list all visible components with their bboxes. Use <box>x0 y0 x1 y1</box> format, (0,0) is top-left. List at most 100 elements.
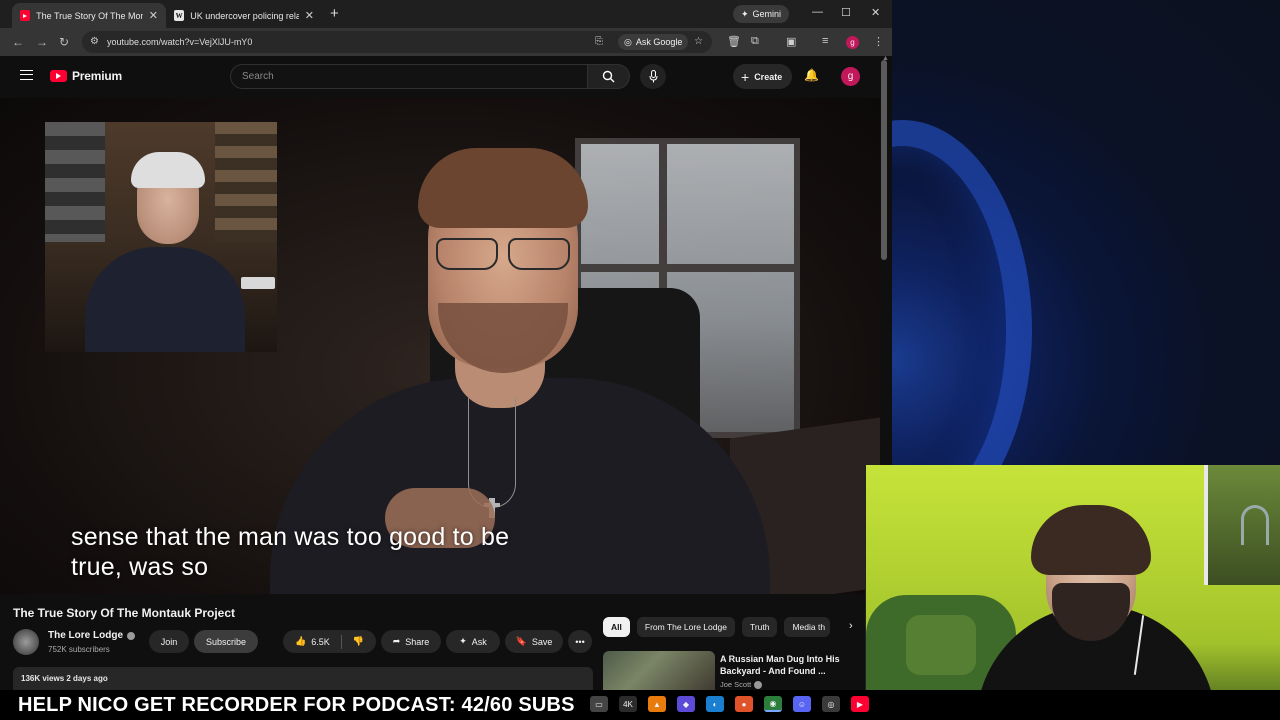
ask-button[interactable]: ✦ Ask <box>446 630 500 653</box>
thumbs-up-icon[interactable]: 👍 <box>295 636 306 647</box>
microphone-icon <box>649 70 657 83</box>
verified-icon <box>127 631 135 640</box>
host-glasses <box>428 238 578 272</box>
hamburger-menu-icon[interactable] <box>20 70 33 80</box>
more-dots-icon: ••• <box>575 636 585 647</box>
save-button[interactable]: 🔖 Save <box>505 630 563 653</box>
extensions-icon[interactable]: ⧉ <box>751 35 759 48</box>
side-panel-icon[interactable]: ▣ <box>786 35 796 48</box>
discord-icon[interactable]: ☺ <box>793 696 811 712</box>
tab-uk-policing[interactable]: W UK undercover policing relation ✕ <box>166 3 322 28</box>
tab-montauk[interactable]: The True Story Of The Montauk ✕ <box>12 3 166 28</box>
chrome-icon[interactable]: ◉ <box>764 696 782 712</box>
premium-label: Premium <box>72 69 122 83</box>
menu-dots-icon[interactable]: ⋮ <box>873 35 884 48</box>
account-avatar[interactable]: g <box>841 67 860 86</box>
back-icon[interactable]: ← <box>12 35 24 49</box>
recommended-channel[interactable]: Joe Scott <box>720 680 763 689</box>
banner-text: HELP NICO GET RECORDER FOR PODCAST: 42/6… <box>18 694 575 716</box>
4k-downloader-icon[interactable]: 4K <box>619 696 637 712</box>
lens-icon: ◎ <box>624 36 632 47</box>
like-count[interactable]: 6.5K <box>311 637 330 647</box>
minimize-icon[interactable]: — <box>812 6 823 18</box>
youtube-icon <box>20 10 31 21</box>
gemini-button[interactable]: ✦ Gemini <box>733 5 790 23</box>
bookmark-icon: 🔖 <box>515 636 527 646</box>
chevron-right-icon[interactable]: › <box>849 620 853 632</box>
browser-window: The True Story Of The Montauk ✕ W UK und… <box>0 0 892 720</box>
radio-equipment-rack <box>45 122 105 242</box>
vlc-icon[interactable]: ▲ <box>648 696 666 712</box>
search-button[interactable] <box>588 64 630 89</box>
pillow <box>906 615 976 675</box>
subscriber-count: 752K subscribers <box>48 645 110 654</box>
brave-icon[interactable]: ◆ <box>677 696 695 712</box>
page-scrollbar[interactable] <box>881 60 887 260</box>
create-button[interactable]: + Create <box>733 64 793 89</box>
edge-icon[interactable]: ◐ <box>706 696 724 712</box>
shelf-rack <box>215 122 277 242</box>
verified-icon <box>754 680 763 689</box>
close-window-icon[interactable]: ✕ <box>871 6 880 19</box>
delete-icon[interactable]: 🗑 <box>727 35 741 48</box>
video-player[interactable]: sense that the man was too good to be tr… <box>0 98 880 594</box>
tray-icon[interactable]: ▭ <box>590 696 608 712</box>
search-input[interactable] <box>242 71 572 82</box>
install-icon[interactable]: ⎘ <box>595 36 603 47</box>
thumbs-down-icon[interactable]: 👎 <box>353 636 364 647</box>
search-box <box>230 64 588 89</box>
address-bar[interactable]: ⚙ youtube.com/watch?v=VejXlJU-mY0 ⎘ ◎ As… <box>82 31 712 53</box>
wikipedia-icon: W <box>174 10 185 21</box>
bookmark-star-icon[interactable]: ☆ <box>694 36 703 47</box>
youtube-logo[interactable]: Premium <box>50 69 122 83</box>
inset-photo <box>45 122 277 352</box>
close-icon[interactable]: ✕ <box>305 9 314 22</box>
tab-strip: The True Story Of The Montauk ✕ W UK und… <box>0 0 892 28</box>
related-chips: All From The Lore Lodge Truth Media th <box>603 617 831 637</box>
chip-media[interactable]: Media th <box>784 617 831 637</box>
caption-line: true, was so <box>71 553 209 581</box>
subscribe-label: Subscribe <box>205 636 247 647</box>
video-captions: sense that the man was too good to be tr… <box>71 522 509 582</box>
chip-from-channel[interactable]: From The Lore Lodge <box>636 617 735 637</box>
chip-truth[interactable]: Truth <box>741 617 778 637</box>
gemini-label: Gemini <box>752 9 782 19</box>
reload-icon[interactable]: ↻ <box>59 35 69 49</box>
share-button[interactable]: ➦ Share <box>381 630 441 653</box>
channel-avatar[interactable] <box>13 629 39 655</box>
media-controls-icon[interactable]: ≡ <box>822 35 828 47</box>
firefox-icon[interactable]: ● <box>735 696 753 712</box>
youtube-page: Premium + Create 🔔 g ▲ <box>0 55 892 720</box>
close-icon[interactable]: ✕ <box>149 9 158 22</box>
site-info-icon[interactable]: ⚙ <box>90 36 99 47</box>
ask-google-button[interactable]: ◎ Ask Google <box>618 34 689 50</box>
obs-icon[interactable]: ◎ <box>822 696 840 712</box>
chip-all[interactable]: All <box>603 617 630 637</box>
new-tab-button[interactable]: + <box>330 5 339 22</box>
plus-icon: + <box>741 68 750 85</box>
channel-name-text: The Lore Lodge <box>48 630 123 641</box>
divider <box>340 634 342 649</box>
maximize-icon[interactable]: ☐ <box>841 6 851 19</box>
profile-avatar[interactable]: g <box>846 36 859 49</box>
browser-toolbar: ← → ↻ ⚙ youtube.com/watch?v=VejXlJU-mY0 … <box>0 28 892 56</box>
caption-line: sense that the man was too good to be <box>71 523 510 551</box>
video-title: The True Story Of The Montauk Project <box>13 606 236 620</box>
tab-label: UK undercover policing relation <box>190 10 299 21</box>
youtube-icon[interactable]: ▶ <box>851 696 869 712</box>
voice-search-button[interactable] <box>640 64 666 89</box>
notifications-bell-icon[interactable]: 🔔 <box>804 68 819 82</box>
forward-icon[interactable]: → <box>36 35 48 49</box>
more-actions-button[interactable]: ••• <box>568 630 592 653</box>
channel-name[interactable]: The Lore Lodge <box>48 630 135 641</box>
views-and-date: 136K views 2 days ago <box>21 674 108 683</box>
tab-label: The True Story Of The Montauk <box>36 10 143 21</box>
youtube-play-icon <box>50 70 67 82</box>
subscribe-button[interactable]: Subscribe <box>194 630 258 653</box>
recommended-thumbnail[interactable] <box>603 651 715 691</box>
sparkle-icon: ✦ <box>741 8 749 19</box>
join-button[interactable]: Join <box>149 630 189 653</box>
shirt-logo <box>241 277 275 289</box>
youtube-header: Premium + Create 🔔 g <box>0 56 880 98</box>
recommended-title[interactable]: A Russian Man Dug Into His Backyard - An… <box>720 653 855 677</box>
